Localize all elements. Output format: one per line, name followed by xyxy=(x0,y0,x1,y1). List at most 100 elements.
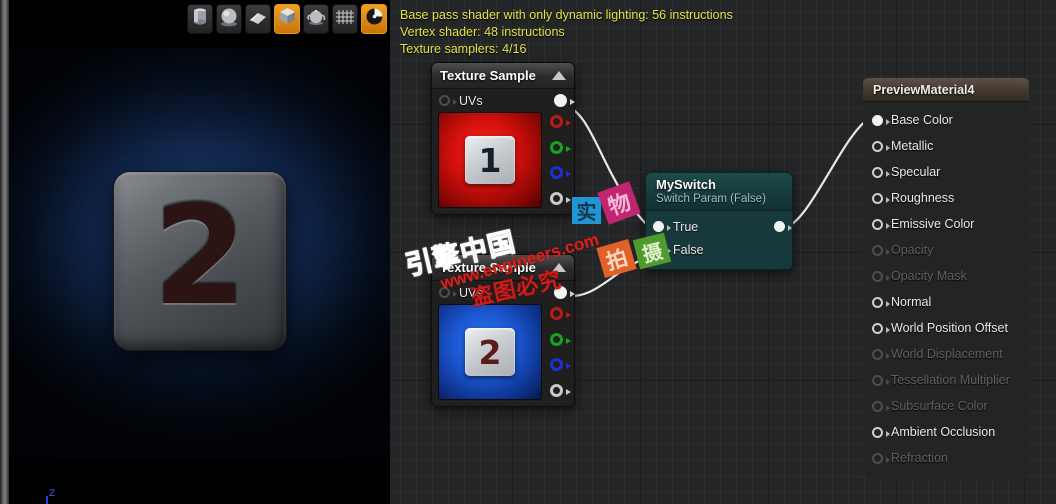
node-input-uvs-1[interactable]: UVs xyxy=(432,89,575,112)
shader-stats-overlay: Base pass shader with only dynamic light… xyxy=(400,7,733,58)
viewport-shape-toolbar[interactable] xyxy=(187,4,387,34)
node-input-true[interactable]: True xyxy=(646,215,792,238)
material-input-pin[interactable] xyxy=(872,244,890,256)
output-pins-1[interactable] xyxy=(550,112,571,208)
material-input-row[interactable]: Ambient Occlusion xyxy=(863,419,1029,445)
node-my-switch[interactable]: MySwitch Switch Param (False) True False xyxy=(645,172,793,270)
output-pin-a[interactable] xyxy=(550,191,571,205)
output-pin-g[interactable] xyxy=(550,140,571,154)
material-input-pin[interactable] xyxy=(872,322,890,334)
material-input-list[interactable]: Base Color Metallic Specular Roughness Emiss… xyxy=(863,102,1029,478)
output-pin-result[interactable] xyxy=(774,221,792,232)
node-input-uvs-2[interactable]: UVs xyxy=(432,281,575,304)
node-title: Texture Sample xyxy=(440,260,536,275)
input-label-true: True xyxy=(673,219,699,234)
input-label-uvs: UVs xyxy=(459,285,483,300)
node-input-false[interactable]: False xyxy=(646,238,792,261)
material-input-label: Emissive Color xyxy=(891,217,975,231)
texture-thumbnail-digit: 2 xyxy=(465,328,515,376)
collapse-triangle-icon[interactable] xyxy=(552,71,566,80)
viewport-render-area[interactable]: 2 Z X Y xyxy=(9,40,390,504)
material-input-row[interactable]: Subsurface Color xyxy=(863,393,1029,419)
sphere-cutaway-icon xyxy=(364,6,385,32)
output-pin-b[interactable] xyxy=(550,358,571,372)
material-input-row[interactable]: Refraction xyxy=(863,445,1029,471)
viewport-scrollbar[interactable] xyxy=(0,0,9,504)
axis-label-z: Z xyxy=(49,489,55,499)
material-input-pin[interactable] xyxy=(872,218,890,230)
output-pin-r[interactable] xyxy=(550,307,571,320)
plane-icon xyxy=(247,8,269,31)
material-input-pin[interactable] xyxy=(872,166,890,178)
material-input-row[interactable]: Opacity Mask xyxy=(863,263,1029,289)
input-pin-false[interactable] xyxy=(653,244,671,255)
preview-shape-cube[interactable] xyxy=(274,4,300,34)
texture-thumbnail-digit: 1 xyxy=(465,136,515,184)
node-thumbnail-area-2: 2 xyxy=(432,304,574,406)
material-input-row[interactable]: Base Color xyxy=(863,107,1029,133)
material-input-label: Roughness xyxy=(891,191,955,205)
preview-grid-toggle[interactable] xyxy=(332,4,358,34)
input-pin-uvs[interactable] xyxy=(439,287,457,298)
preview-mesh-digit: 2 xyxy=(152,178,248,336)
material-input-label: World Position Offset xyxy=(891,321,1008,335)
preview-viewport-panel[interactable]: 2 Z X Y xyxy=(0,0,390,504)
material-input-pin[interactable] xyxy=(872,296,890,308)
output-pin-rgb[interactable] xyxy=(554,286,575,299)
material-input-pin[interactable] xyxy=(872,192,890,204)
viewport-toolbar-bar xyxy=(9,0,390,40)
output-pin-g[interactable] xyxy=(550,332,571,346)
preview-shape-plane[interactable] xyxy=(245,4,271,34)
preview-shape-teapot[interactable] xyxy=(303,4,329,34)
material-input-pin[interactable] xyxy=(872,140,890,152)
material-input-row[interactable]: Tessellation Multiplier xyxy=(863,367,1029,393)
node-preview-material[interactable]: PreviewMaterial4 Base Color Metallic Specu… xyxy=(863,78,1029,478)
material-input-pin[interactable] xyxy=(872,348,890,360)
preview-shape-cylinder[interactable] xyxy=(187,4,213,34)
output-pin-b[interactable] xyxy=(550,166,571,180)
preview-mesh-cube[interactable]: 2 xyxy=(114,172,286,350)
output-pin-a[interactable] xyxy=(550,383,571,397)
output-pins-2[interactable] xyxy=(550,304,571,400)
stats-line-base-pass: Base pass shader with only dynamic light… xyxy=(400,8,733,22)
material-input-row[interactable]: World Displacement xyxy=(863,341,1029,367)
input-pin-true[interactable] xyxy=(653,221,671,232)
material-input-pin[interactable] xyxy=(872,400,890,412)
material-input-row[interactable]: Specular xyxy=(863,159,1029,185)
node-header-my-switch[interactable]: MySwitch Switch Param (False) xyxy=(646,173,792,211)
node-header-preview-material[interactable]: PreviewMaterial4 xyxy=(863,78,1029,102)
node-texture-sample-1[interactable]: Texture Sample UVs 1 xyxy=(431,62,575,215)
node-title: MySwitch xyxy=(656,177,716,192)
material-input-row[interactable]: Metallic xyxy=(863,133,1029,159)
collapse-triangle-icon[interactable] xyxy=(552,263,566,272)
node-header-texture-sample-2[interactable]: Texture Sample xyxy=(432,255,574,281)
sphere-icon xyxy=(218,6,240,33)
output-pin-rgb[interactable] xyxy=(554,94,575,107)
teapot-icon xyxy=(305,7,327,32)
material-graph-panel[interactable]: Base pass shader with only dynamic light… xyxy=(390,0,1056,504)
output-pin-r[interactable] xyxy=(550,115,571,128)
preview-shape-sphere[interactable] xyxy=(216,4,242,34)
material-input-pin[interactable] xyxy=(872,426,890,438)
material-input-label: Ambient Occlusion xyxy=(891,425,996,439)
material-input-row[interactable]: Normal xyxy=(863,289,1029,315)
watermark-tile-wu: 物 xyxy=(597,181,641,225)
material-input-pin[interactable] xyxy=(872,452,890,464)
cylinder-icon xyxy=(190,6,210,33)
watermark-tile-pai: 拍 xyxy=(596,239,637,278)
cube-icon xyxy=(277,6,298,32)
material-input-pin[interactable] xyxy=(872,270,890,282)
material-input-row[interactable]: World Position Offset xyxy=(863,315,1029,341)
material-input-row[interactable]: Emissive Color xyxy=(863,211,1029,237)
material-input-label: Subsurface Color xyxy=(891,399,988,413)
preview-realtime-toggle[interactable] xyxy=(361,4,387,34)
node-header-texture-sample-1[interactable]: Texture Sample xyxy=(432,63,574,89)
material-input-row[interactable]: Opacity xyxy=(863,237,1029,263)
axis-gizmo: Z X Y xyxy=(37,488,107,504)
material-input-pin[interactable] xyxy=(872,374,890,386)
material-input-pin[interactable] xyxy=(872,114,890,126)
stats-line-texture-samplers: Texture samplers: 4/16 xyxy=(400,42,527,56)
input-pin-uvs[interactable] xyxy=(439,95,457,106)
material-input-row[interactable]: Roughness xyxy=(863,185,1029,211)
node-texture-sample-2[interactable]: Texture Sample UVs 2 xyxy=(431,254,575,407)
